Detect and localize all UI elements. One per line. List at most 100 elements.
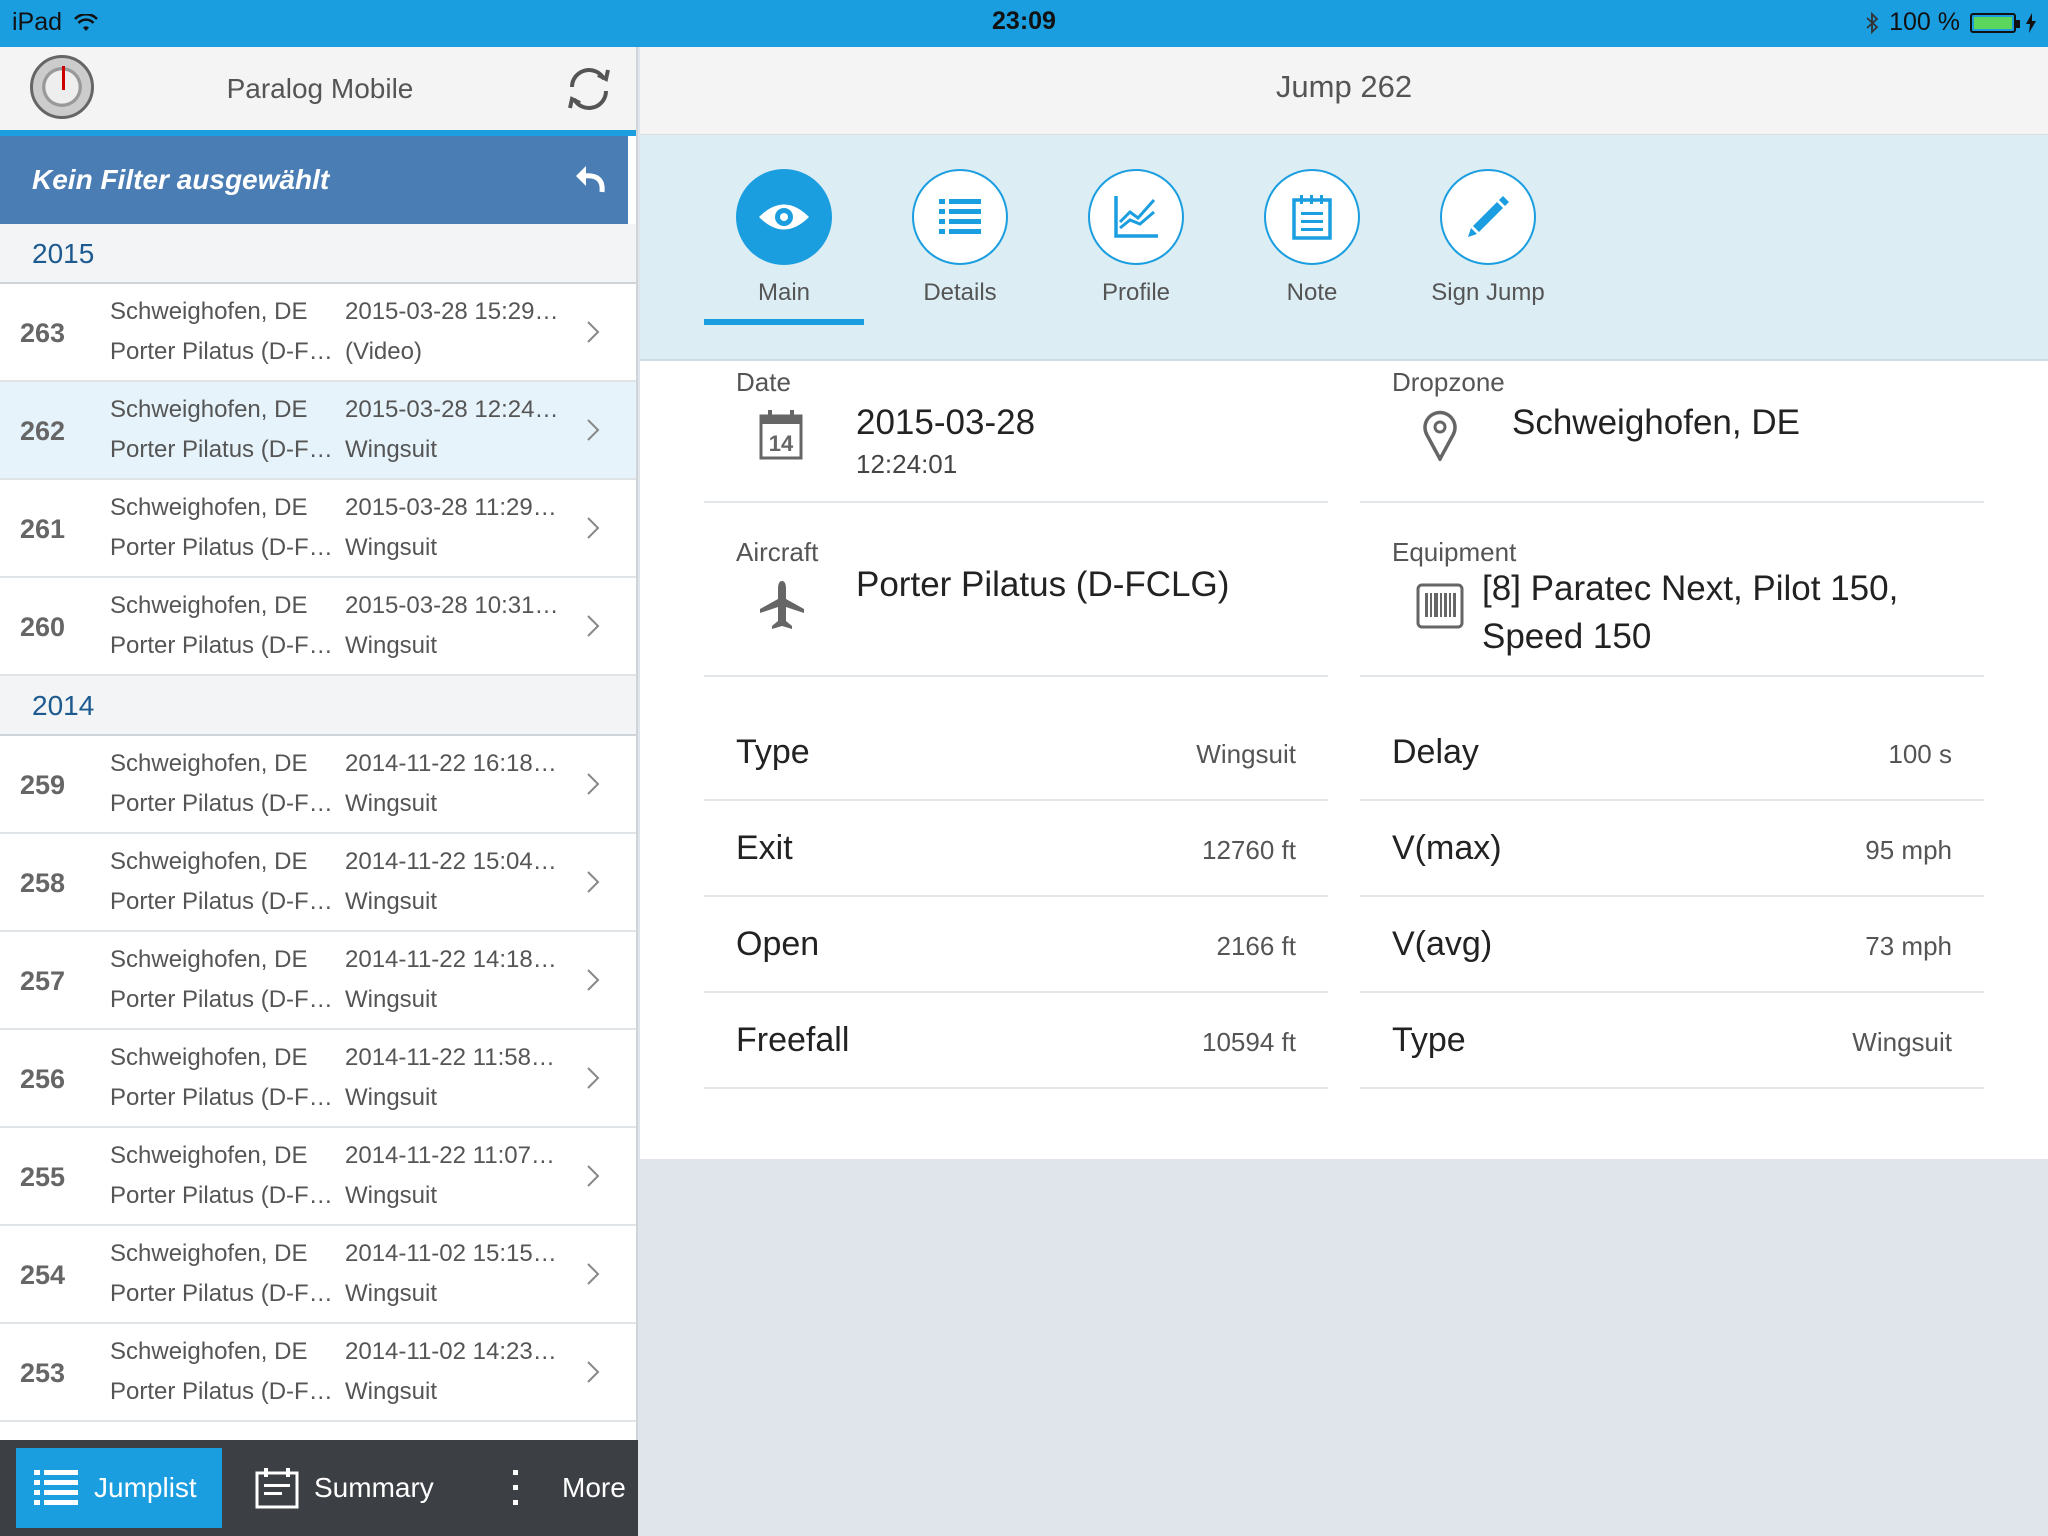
- chevron-right-icon: [587, 1165, 600, 1187]
- open-row: Open 2166 ft: [704, 897, 1328, 993]
- tab-details[interactable]: Details: [880, 169, 1040, 307]
- jump-list-pane: Paralog Mobile Kein Filter ausgewählt 20…: [0, 47, 638, 1536]
- jump-type: Wingsuit: [345, 632, 438, 659]
- sync-icon[interactable]: [562, 61, 616, 115]
- jump-place: Schweighofen, DE: [110, 1142, 308, 1169]
- filter-label: Kein Filter ausgewählt: [32, 164, 330, 195]
- freefall-value: 10594 ft: [1202, 1027, 1296, 1057]
- jump-row-263[interactable]: 263 Schweighofen, DE 2015-03-28 15:29… Po…: [0, 284, 636, 382]
- jump-date: 2014-11-22 16:18…: [345, 750, 557, 777]
- exit-row: Exit 12760 ft: [704, 801, 1328, 897]
- pencil-icon: [1468, 196, 1509, 237]
- jump-type: Wingsuit: [345, 1378, 438, 1405]
- tab-sign-jump[interactable]: Sign Jump: [1408, 169, 1568, 307]
- chart-icon: [1114, 196, 1158, 238]
- filter-bar[interactable]: Kein Filter ausgewählt: [0, 136, 628, 224]
- chevron-right-icon: [587, 419, 600, 441]
- tab-profile-label: Profile: [1101, 279, 1171, 306]
- jump-detail-content: Date 14 2015-03-28 12:24:01 Dropzone Sch…: [640, 361, 2048, 1159]
- location-pin-icon: [1423, 410, 1457, 461]
- jump-type: Wingsuit: [345, 1182, 438, 1209]
- jump-number: 255: [20, 1162, 66, 1192]
- jump-date: 2014-11-22 11:07…: [345, 1142, 555, 1169]
- jump-date: 2015-03-28 12:24…: [345, 396, 559, 423]
- type-value: Wingsuit: [1196, 739, 1296, 769]
- jump-row-260[interactable]: 260 Schweighofen, DE 2015-03-28 10:31… Po…: [0, 578, 636, 676]
- app-title: Paralog Mobile: [226, 73, 414, 104]
- jump-row-255[interactable]: 255 Schweighofen, DE 2014-11-22 11:07… Po…: [0, 1128, 636, 1226]
- equipment-label: Equipment: [1392, 537, 1517, 567]
- tab-summary-label: Summary: [314, 1472, 434, 1503]
- jump-row-254[interactable]: 254 Schweighofen, DE 2014-11-02 15:15… Po…: [0, 1226, 636, 1324]
- vmax-row: V(max) 95 mph: [1360, 801, 1984, 897]
- date-label: Date: [736, 367, 791, 397]
- jump-date: 2014-11-22 15:04…: [345, 848, 557, 875]
- jump-number: 260: [20, 612, 66, 642]
- jump-place: Schweighofen, DE: [110, 1338, 308, 1365]
- tab-summary[interactable]: Summary: [254, 1448, 454, 1528]
- list-header: Paralog Mobile: [0, 47, 636, 136]
- tab-more-label: More: [562, 1472, 626, 1503]
- chevron-right-icon: [587, 969, 600, 991]
- jump-aircraft: Porter Pilatus (D-F…: [110, 1280, 333, 1307]
- jump-place: Schweighofen, DE: [110, 1240, 308, 1267]
- equipment-line-2: Speed 150: [1482, 617, 1652, 656]
- chevron-right-icon: [587, 1067, 600, 1089]
- tab-jumplist[interactable]: Jumplist: [16, 1448, 222, 1528]
- tab-more[interactable]: More: [508, 1448, 638, 1528]
- detail-header: Jump 262: [640, 47, 2048, 135]
- undo-icon[interactable]: [570, 162, 608, 198]
- jump-row-261[interactable]: 261 Schweighofen, DE 2015-03-28 11:29… Po…: [0, 480, 636, 578]
- type2-row: Type Wingsuit: [1360, 993, 1984, 1089]
- jump-row-256[interactable]: 256 Schweighofen, DE 2014-11-22 11:58… Po…: [0, 1030, 636, 1128]
- chevron-right-icon: [587, 871, 600, 893]
- delay-row: Delay 100 s: [1360, 705, 1984, 801]
- jump-place: Schweighofen, DE: [110, 750, 308, 777]
- eye-icon: [759, 204, 809, 230]
- jump-aircraft: Porter Pilatus (D-F…: [110, 790, 333, 817]
- clock: 23:09: [992, 7, 1056, 35]
- jump-list: 2015 263 Schweighofen, DE 2015-03-28 15:2…: [0, 224, 636, 1422]
- jump-place: Schweighofen, DE: [110, 848, 308, 875]
- jump-aircraft: Porter Pilatus (D-F…: [110, 986, 333, 1013]
- jump-number: 254: [20, 1260, 66, 1290]
- delay-key: Delay: [1392, 733, 1479, 771]
- open-key: Open: [736, 925, 820, 963]
- jump-row-262[interactable]: 262 Schweighofen, DE 2015-03-28 12:24… Po…: [0, 382, 636, 480]
- chevron-right-icon: [587, 321, 600, 343]
- tab-note[interactable]: Note: [1232, 169, 1392, 307]
- jump-type: Wingsuit: [345, 436, 438, 463]
- jump-number: 261: [20, 514, 66, 544]
- jump-aircraft: Porter Pilatus (D-F…: [110, 534, 333, 561]
- chevron-right-icon: [587, 1361, 600, 1383]
- jump-row-258[interactable]: 258 Schweighofen, DE 2014-11-22 15:04… Po…: [0, 834, 636, 932]
- jump-type: Wingsuit: [345, 986, 438, 1013]
- freefall-key: Freefall: [736, 1021, 850, 1059]
- exit-value: 12760 ft: [1202, 835, 1296, 865]
- chevron-right-icon: [587, 615, 600, 637]
- jump-type: Wingsuit: [345, 888, 438, 915]
- tab-profile[interactable]: Profile: [1056, 169, 1216, 307]
- active-tab-indicator: [704, 319, 864, 325]
- jump-row-257[interactable]: 257 Schweighofen, DE 2014-11-22 14:18… Po…: [0, 932, 636, 1030]
- jump-row-259[interactable]: 259 Schweighofen, DE 2014-11-22 16:18… Po…: [0, 736, 636, 834]
- status-bar: iPad 23:09 100 %: [0, 0, 2048, 47]
- jump-place: Schweighofen, DE: [110, 396, 308, 423]
- chevron-right-icon: [587, 773, 600, 795]
- jump-number: 256: [20, 1064, 66, 1094]
- barcode-icon: [1416, 583, 1464, 629]
- calendar-day: 14: [769, 431, 794, 456]
- tab-jumplist-label: Jumplist: [94, 1472, 197, 1503]
- vavg-key: V(avg): [1392, 925, 1493, 963]
- jump-aircraft: Porter Pilatus (D-F…: [110, 888, 333, 915]
- date-value: 2015-03-28: [856, 403, 1036, 442]
- tab-main[interactable]: Main: [704, 169, 864, 307]
- jump-number: 263: [20, 318, 66, 348]
- jump-aircraft: Porter Pilatus (D-F…: [110, 436, 333, 463]
- vmax-value: 95 mph: [1865, 835, 1952, 865]
- jump-row-253[interactable]: 253 Schweighofen, DE 2014-11-02 14:23… Po…: [0, 1324, 636, 1422]
- equipment-value: [8] Paratec Next, Pilot 150, Speed 150: [1482, 565, 1898, 661]
- jump-date: 2014-11-22 11:58…: [345, 1044, 555, 1071]
- type-key: Type: [736, 733, 810, 771]
- jump-type: Wingsuit: [345, 1084, 438, 1111]
